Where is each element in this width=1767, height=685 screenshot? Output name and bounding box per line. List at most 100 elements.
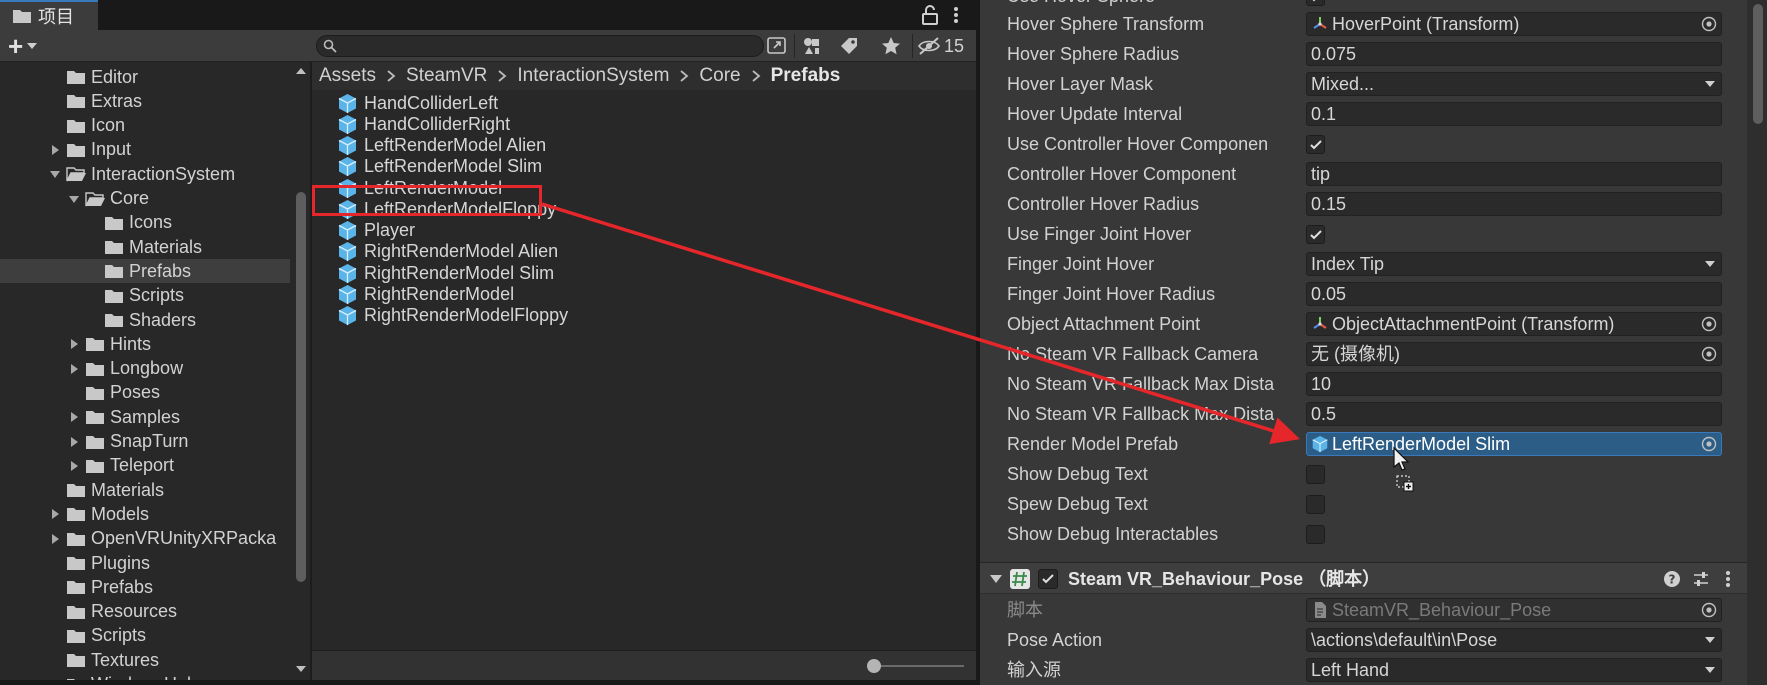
chevron-down-icon: [1705, 81, 1715, 87]
help-icon[interactable]: ?: [1663, 570, 1681, 588]
inspector-scrollbar-thumb[interactable]: [1753, 4, 1763, 124]
filter-by-type-button[interactable]: [799, 34, 825, 58]
property-dropdown[interactable]: Mixed...: [1306, 72, 1722, 96]
folder-icon: [86, 362, 104, 376]
object-field[interactable]: SteamVR_Behaviour_Pose: [1306, 598, 1722, 622]
property-dropdown[interactable]: Index Tip: [1306, 252, 1722, 276]
folder-tree-item[interactable]: Icons: [0, 211, 290, 235]
folder-tree-item[interactable]: Editor: [0, 65, 290, 89]
lock-icon[interactable]: [920, 4, 940, 26]
property-checkbox[interactable]: [1306, 225, 1325, 244]
chevron-right-icon[interactable]: [67, 435, 81, 449]
property-checkbox[interactable]: [1306, 495, 1325, 514]
folder-tree-label: Materials: [129, 236, 203, 257]
property-value: LeftRenderModel Slim: [1332, 434, 1511, 454]
folder-tree-item[interactable]: Input: [0, 138, 290, 162]
filter-by-label-button[interactable]: [836, 34, 862, 58]
folder-tree-item[interactable]: Plugins: [0, 551, 290, 575]
chevron-down-icon[interactable]: [67, 192, 81, 206]
property-checkbox[interactable]: [1306, 135, 1325, 154]
object-picker-icon[interactable]: [1701, 346, 1717, 362]
asset-item[interactable]: RightRenderModelFloppy: [337, 304, 568, 328]
add-asset-button[interactable]: +: [8, 33, 52, 59]
object-field[interactable]: 无 (摄像机): [1306, 342, 1722, 366]
object-picker-icon[interactable]: [1701, 316, 1717, 332]
property-input[interactable]: 0.15: [1306, 192, 1722, 216]
property-value: 0.5: [1311, 404, 1337, 424]
property-checkbox[interactable]: [1306, 465, 1325, 484]
folder-tree-item[interactable]: Samples: [0, 405, 290, 429]
folder-tree-item[interactable]: SnapTurn: [0, 430, 290, 454]
property-input[interactable]: 0.075: [1306, 42, 1722, 66]
breadcrumb-item[interactable]: Assets: [319, 65, 376, 87]
property-label: Hover Sphere Transform: [1007, 14, 1205, 34]
property-input[interactable]: 10: [1306, 372, 1722, 396]
property-input[interactable]: 0.05: [1306, 282, 1722, 306]
folder-tree-item[interactable]: Icon: [0, 114, 290, 138]
folder-tree-item[interactable]: Textures: [0, 648, 290, 672]
scroll-down-arrow-icon[interactable]: [296, 664, 306, 674]
property-dropdown[interactable]: Left Hand: [1306, 658, 1722, 682]
folder-tree-item[interactable]: Extras: [0, 89, 290, 113]
chevron-right-icon[interactable]: [67, 459, 81, 473]
property-checkbox[interactable]: [1306, 0, 1325, 6]
folder-tree-item[interactable]: Core: [0, 187, 290, 211]
property-input[interactable]: 0.5: [1306, 402, 1722, 426]
object-picker-icon[interactable]: [1701, 16, 1717, 32]
component-enabled-checkbox[interactable]: [1038, 569, 1058, 589]
breadcrumb-item[interactable]: InteractionSystem: [517, 65, 669, 87]
folder-tree-item[interactable]: Resources: [0, 600, 290, 624]
folder-tree-item[interactable]: Poses: [0, 381, 290, 405]
breadcrumb-item[interactable]: Prefabs: [771, 65, 841, 87]
chevron-down-icon[interactable]: [48, 167, 62, 181]
property-input[interactable]: 0.1: [1306, 102, 1722, 126]
favorites-button[interactable]: [878, 34, 904, 58]
tree-scrollbar-thumb[interactable]: [296, 192, 306, 582]
folder-tree-item[interactable]: Shaders: [0, 308, 290, 332]
object-picker-icon[interactable]: [1701, 436, 1717, 452]
zoom-slider-track[interactable]: [872, 665, 964, 667]
object-field[interactable]: HoverPoint (Transform): [1306, 12, 1722, 36]
folder-tree-item[interactable]: Teleport: [0, 454, 290, 478]
folder-tree-item[interactable]: Models: [0, 502, 290, 526]
kebab-menu-icon[interactable]: [948, 4, 964, 26]
zoom-slider-thumb[interactable]: [867, 659, 881, 673]
folder-tree-item[interactable]: Longbow: [0, 357, 290, 381]
breadcrumb-item[interactable]: Core: [699, 65, 740, 87]
search-box[interactable]: [316, 35, 764, 57]
tab-project[interactable]: 项目: [0, 0, 98, 30]
folder-tree-item[interactable]: Hints: [0, 332, 290, 356]
property-checkbox[interactable]: [1306, 525, 1325, 544]
folder-tree-item[interactable]: Scripts: [0, 624, 290, 648]
folder-tree-item[interactable]: OpenVRUnityXRPacka: [0, 527, 290, 551]
object-field[interactable]: ObjectAttachmentPoint (Transform): [1306, 312, 1722, 336]
breadcrumb-item[interactable]: SteamVR: [406, 65, 487, 87]
property-dropdown[interactable]: \actions\default\in\Pose: [1306, 628, 1722, 652]
chevron-right-icon[interactable]: [67, 337, 81, 351]
object-picker-icon[interactable]: [1701, 602, 1717, 618]
folder-tree-item[interactable]: Materials: [0, 235, 290, 259]
chevron-right-icon[interactable]: [48, 532, 62, 546]
chevron-right-icon: [680, 70, 689, 82]
chevron-right-icon[interactable]: [48, 507, 62, 521]
folder-tree-item[interactable]: Prefabs: [0, 259, 290, 284]
object-field[interactable]: LeftRenderModel Slim: [1306, 432, 1722, 456]
preset-sliders-icon[interactable]: [1692, 570, 1710, 588]
foldout-down-icon[interactable]: [990, 573, 1002, 585]
hidden-packages-button[interactable]: [916, 34, 942, 58]
search-scope-button[interactable]: [764, 34, 790, 58]
folder-tree-item[interactable]: InteractionSystem: [0, 162, 290, 186]
search-input[interactable]: [343, 37, 753, 55]
chevron-right-icon[interactable]: [67, 410, 81, 424]
folder-tree-item[interactable]: Materials: [0, 478, 290, 502]
folder-tree-item[interactable]: Prefabs: [0, 575, 290, 599]
chevron-right-icon[interactable]: [48, 143, 62, 157]
property-input[interactable]: tip: [1306, 162, 1722, 186]
component-header[interactable]: Steam VR_Behaviour_Pose （脚本） ?: [980, 562, 1747, 594]
chevron-right-icon[interactable]: [67, 362, 81, 376]
scroll-up-arrow-icon[interactable]: [296, 66, 306, 76]
kebab-menu-icon[interactable]: [1722, 570, 1734, 588]
folder-tree-item[interactable]: WindowsHelper: [0, 673, 290, 680]
folder-tree-item[interactable]: Scripts: [0, 284, 290, 308]
